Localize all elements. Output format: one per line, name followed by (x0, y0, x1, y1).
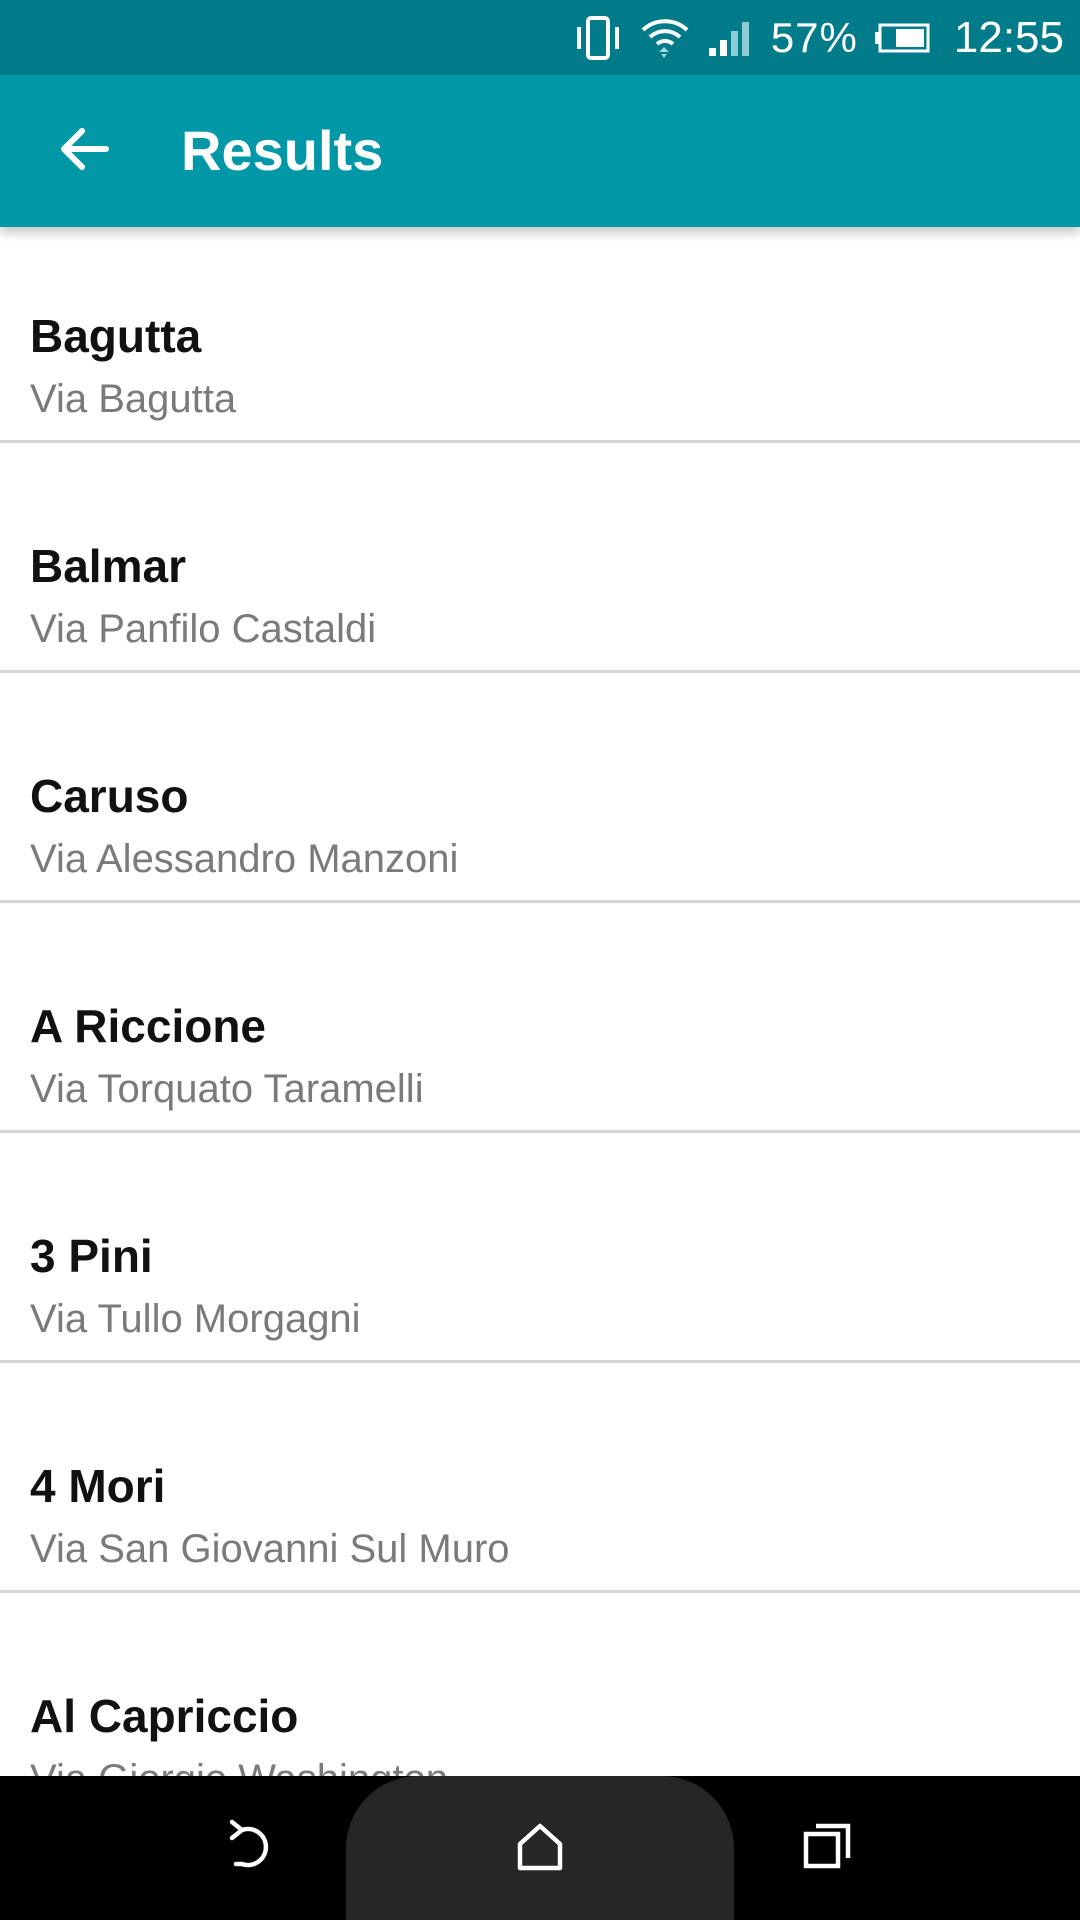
restaurant-name: Al Capriccio (30, 1690, 299, 1742)
restaurant-address: Via Panfilo Castaldi (30, 607, 377, 651)
list-item[interactable]: Caruso Via Alessandro Manzoni (0, 673, 1080, 903)
restaurant-name: A Riccione (30, 1000, 267, 1052)
list-item[interactable]: Al Capriccio Via Giorgio Washington (0, 1593, 1080, 1776)
back-button[interactable] (44, 111, 124, 191)
list-item[interactable]: 4 Mori Via San Giovanni Sul Muro (0, 1363, 1080, 1593)
status-bar: 57% 12:55 (0, 0, 1080, 75)
nav-back-button[interactable] (202, 1798, 302, 1898)
list-item[interactable]: 3 Pini Via Tullo Morgagni (0, 1133, 1080, 1363)
restaurant-address: Via Torquato Taramelli (30, 1067, 424, 1111)
recents-icon (798, 1816, 858, 1881)
page-title: Results (181, 119, 384, 182)
list-item[interactable]: A Riccione Via Torquato Taramelli (0, 903, 1080, 1133)
back-icon (222, 1816, 282, 1881)
restaurant-address: Via San Giovanni Sul Muro (30, 1527, 510, 1571)
restaurant-name: 3 Pini (30, 1230, 153, 1282)
restaurant-name: 4 Mori (30, 1460, 166, 1512)
restaurant-address: Via Tullo Morgagni (30, 1297, 361, 1341)
status-time: 12:55 (953, 12, 1064, 62)
nav-recents-button[interactable] (778, 1798, 878, 1898)
battery-percent: 57% (770, 13, 858, 61)
status-icons: 57% 12:55 (557, 0, 1064, 75)
restaurant-name: Bagutta (30, 310, 202, 362)
nav-home-button[interactable] (490, 1798, 590, 1898)
list-item[interactable]: Bagutta Via Bagutta (0, 213, 1080, 443)
vibrate-icon (573, 15, 623, 61)
results-list: Bagutta Via Bagutta Balmar Via Panfilo C… (0, 213, 1080, 1776)
signal-icon (707, 18, 755, 58)
restaurant-address: Via Alessandro Manzoni (30, 837, 459, 881)
battery-icon (874, 21, 932, 55)
home-icon (510, 1816, 570, 1881)
arrow-back-icon (56, 121, 112, 182)
navigation-bar (0, 1776, 1080, 1920)
restaurant-address: Via Bagutta (30, 377, 237, 421)
app-bar: Results (0, 75, 1080, 227)
wifi-icon (639, 14, 691, 62)
list-item[interactable]: Balmar Via Panfilo Castaldi (0, 443, 1080, 673)
screen: 57% 12:55 Results Bagutta Via Bagutta Ba… (0, 0, 1080, 1920)
restaurant-name: Balmar (30, 540, 186, 592)
restaurant-name: Caruso (30, 770, 189, 822)
restaurant-address: Via Giorgio Washington (30, 1757, 448, 1776)
